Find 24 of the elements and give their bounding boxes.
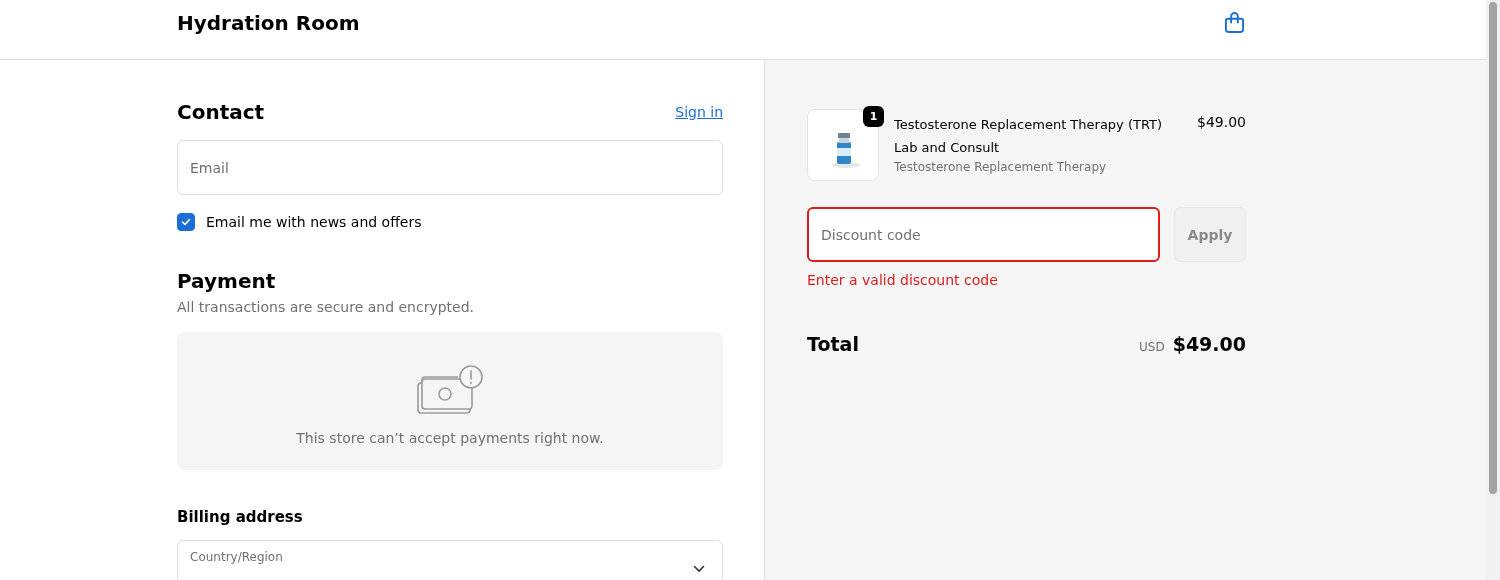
product-price: $49.00: [1197, 113, 1246, 130]
sign-in-link[interactable]: Sign in: [675, 104, 723, 120]
section-title: Payment: [177, 269, 277, 293]
total-label: Total: [807, 333, 860, 355]
email-field[interactable]: Email: [177, 140, 723, 195]
scrollbar[interactable]: [1486, 0, 1500, 580]
product-name: Testosterone Replacement Therapy (TRT) Lab and Consult: [894, 116, 1164, 157]
chevron-down-icon: [693, 565, 705, 573]
country-select[interactable]: Country/Region: [177, 540, 723, 580]
checkmark-icon: [180, 216, 192, 228]
store-name[interactable]: Hydration Room: [177, 10, 360, 35]
error-message: Enter a valid discount code: [807, 272, 999, 288]
section-subtitle: All transactions are secure and encrypted.: [177, 299, 476, 315]
quantity-badge: 1: [863, 106, 884, 127]
shopping-bag-icon[interactable]: [1224, 11, 1245, 34]
checkbox-label: Email me with news and offers: [206, 214, 422, 230]
checkbox[interactable]: [177, 213, 195, 231]
total-amount: $49.00: [1172, 333, 1246, 355]
cash-warning-icon: [416, 364, 484, 416]
currency-code: USD: [1139, 340, 1165, 354]
section-title: Contact: [177, 100, 265, 124]
payment-notice-text: This store can’t accept payments right now.: [296, 430, 604, 446]
section-title: Billing address: [177, 508, 304, 526]
product-variant: Testosterone Replacement Therapy: [894, 160, 1108, 174]
